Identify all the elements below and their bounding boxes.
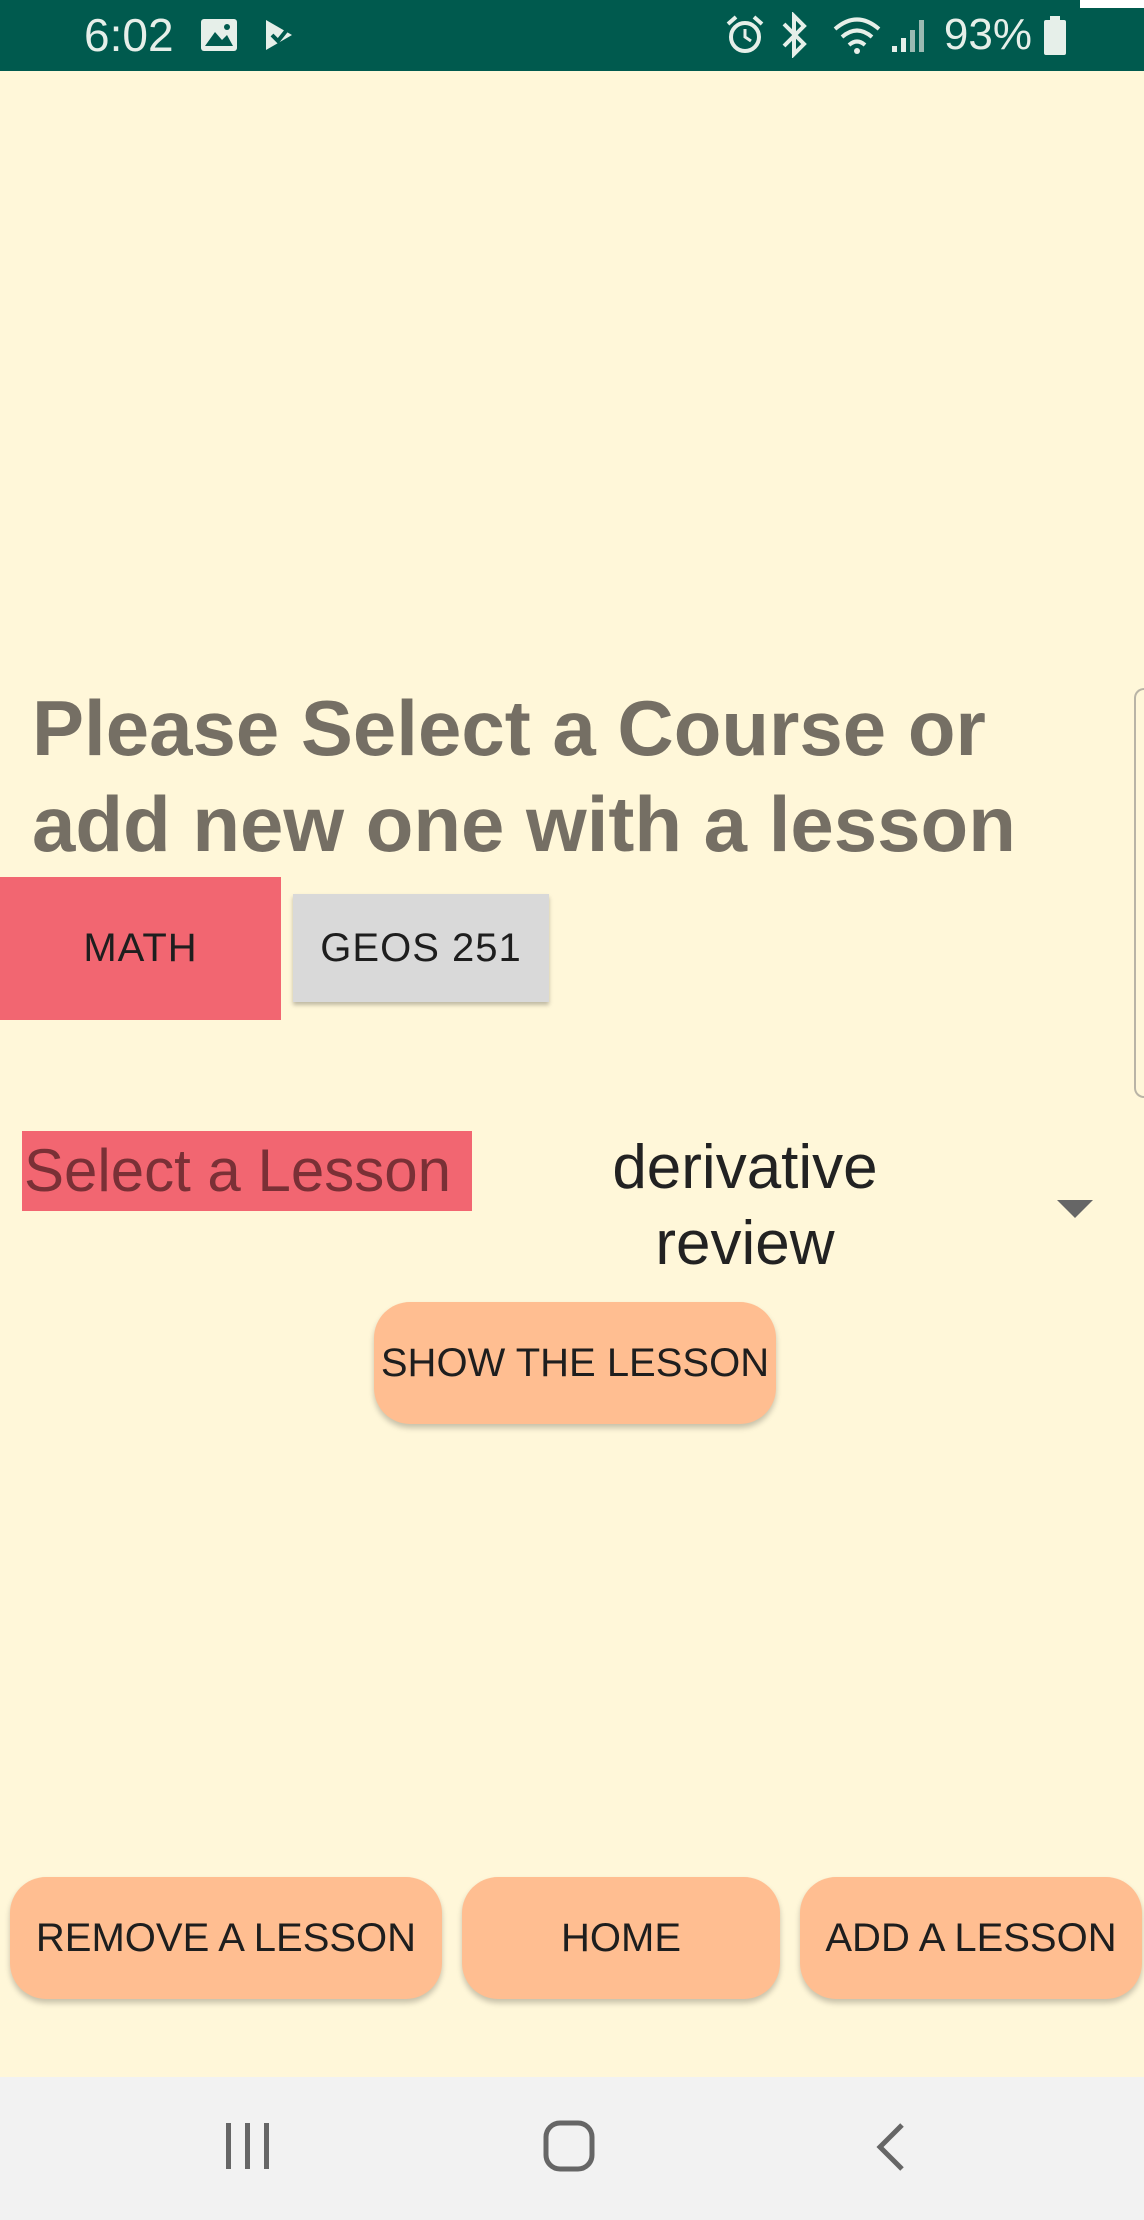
check-icon <box>262 18 298 57</box>
show-lesson-button[interactable]: SHOW THE LESSON <box>374 1302 776 1424</box>
lesson-dropdown[interactable]: derivative review <box>560 1130 1120 1290</box>
lesson-value-line2: review <box>655 1209 835 1278</box>
page-title: Please Select a Course or add new one wi… <box>32 680 1112 872</box>
side-panel-edge <box>1134 688 1144 1098</box>
select-lesson-label: Select a Lesson <box>22 1131 472 1211</box>
dropdown-arrow-icon <box>1057 1200 1093 1218</box>
remove-lesson-button[interactable]: REMOVE A LESSON <box>10 1877 442 1999</box>
wifi-icon <box>832 16 882 61</box>
page-title-line2: add new one with a lesson <box>32 780 1016 868</box>
recent-apps-icon[interactable] <box>224 2121 274 2178</box>
page-title-line1: Please Select a Course or <box>32 684 986 772</box>
back-icon[interactable] <box>874 2121 908 2178</box>
course-button-geos-251[interactable]: GEOS 251 <box>293 894 549 1002</box>
alarm-icon <box>724 14 766 61</box>
status-corner-highlight <box>1080 0 1144 8</box>
bluetooth-icon <box>778 11 810 63</box>
course-button-math[interactable]: MATH <box>0 877 281 1020</box>
home-button[interactable]: HOME <box>462 1877 780 1999</box>
battery-percent: 93% <box>943 10 1032 59</box>
home-nav-icon[interactable] <box>542 2119 596 2178</box>
battery-icon <box>1042 16 1068 61</box>
status-bar: 6:02 93% <box>0 0 1144 71</box>
image-icon <box>200 18 238 57</box>
signal-icon <box>890 16 930 59</box>
navigation-bar <box>0 2077 1144 2220</box>
status-time: 6:02 <box>84 9 174 61</box>
add-lesson-button[interactable]: ADD A LESSON <box>800 1877 1142 1999</box>
lesson-value-line1: derivative <box>612 1133 878 1202</box>
lesson-dropdown-value: derivative review <box>560 1130 930 1282</box>
